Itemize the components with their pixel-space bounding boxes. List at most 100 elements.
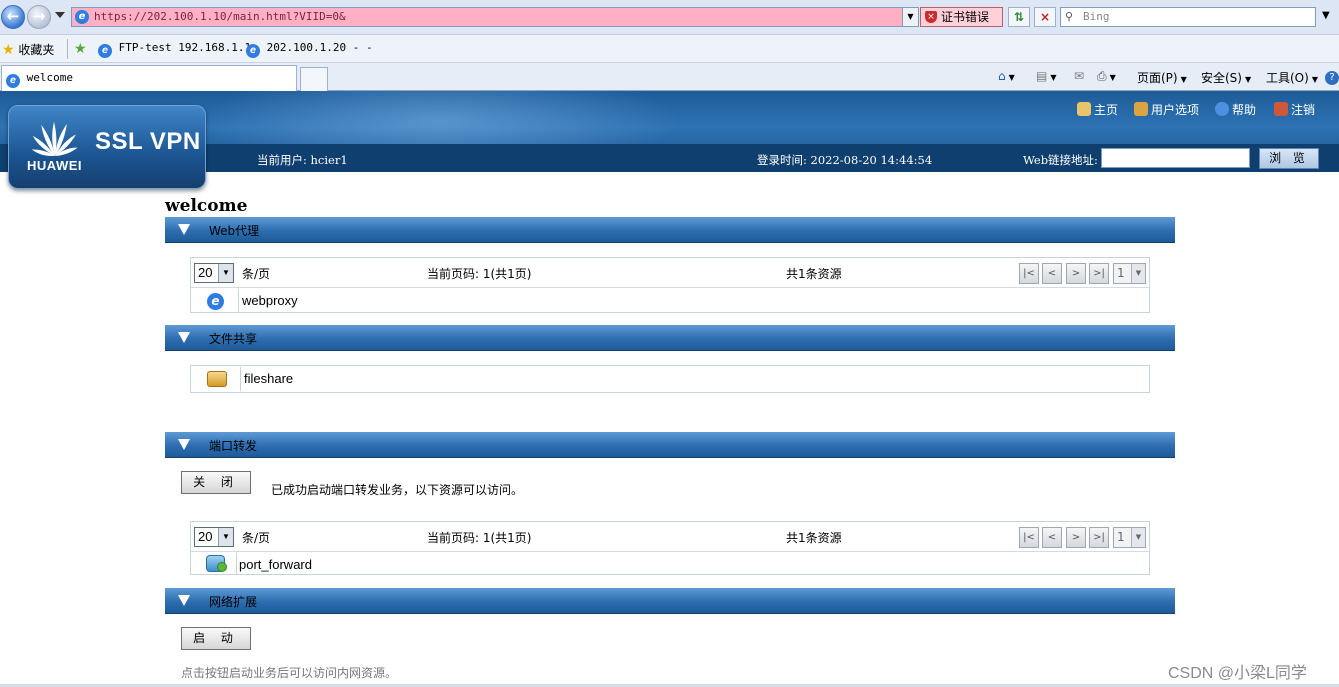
- last-page-button[interactable]: >|: [1089, 527, 1109, 548]
- close-port-forward-button[interactable]: 关 闭: [181, 471, 251, 494]
- feeds-command-button[interactable]: ▤ ▼: [1036, 69, 1057, 83]
- stop-button[interactable]: ×: [1034, 7, 1056, 27]
- prev-page-button[interactable]: <: [1042, 527, 1062, 548]
- resource-icon-cell: e: [191, 289, 239, 313]
- tools-menu-label: 工具(O): [1266, 71, 1309, 85]
- mail-command-button[interactable]: ✉: [1074, 69, 1084, 83]
- arrow-badge-icon: [217, 562, 227, 572]
- first-page-button[interactable]: |<: [1019, 263, 1039, 284]
- forward-button[interactable]: →: [27, 5, 51, 29]
- page-title: welcome: [165, 196, 248, 216]
- search-placeholder: Bing: [1083, 10, 1110, 23]
- printer-icon: ⎙: [1097, 69, 1107, 83]
- search-dropdown-icon[interactable]: ▼: [1322, 10, 1330, 21]
- browse-button[interactable]: 浏 览: [1259, 148, 1319, 169]
- next-page-button[interactable]: >: [1066, 527, 1086, 548]
- pager: 20 ▼ 条/页 当前页码: 1(共1页) 共1条资源 |< < > >| 1 ▼: [191, 258, 1149, 288]
- home-link[interactable]: 主页: [1077, 101, 1118, 118]
- logout-link[interactable]: 注销: [1274, 101, 1315, 118]
- ie-page-icon: e: [98, 44, 112, 58]
- first-page-button[interactable]: |<: [1019, 527, 1039, 548]
- certificate-error-button[interactable]: × 证书错误: [920, 7, 1003, 27]
- home-command-button[interactable]: ⌂ ▼: [998, 69, 1015, 83]
- tab-welcome[interactable]: e welcome: [1, 65, 297, 91]
- section-port-forward-header[interactable]: 端口转发: [165, 432, 1175, 458]
- history-dropdown-icon[interactable]: [55, 12, 65, 18]
- bookmark-202-100-1-20[interactable]: e 202.100.1.20 - -: [246, 41, 373, 58]
- list-item[interactable]: e webproxy: [191, 289, 1149, 313]
- help-link-label: 帮助: [1232, 103, 1257, 117]
- help-icon: ?: [1325, 71, 1339, 85]
- url-dropdown-icon[interactable]: ▼: [902, 8, 918, 26]
- last-page-button[interactable]: >|: [1089, 263, 1109, 284]
- resource-name[interactable]: fileshare: [244, 371, 293, 386]
- resource-icon-cell: [191, 367, 241, 391]
- section-title: 端口转发: [209, 439, 258, 453]
- new-tab-button[interactable]: [300, 67, 328, 91]
- section-title: Web代理: [209, 224, 260, 238]
- home-icon: ⌂: [998, 69, 1006, 83]
- page-menu-label: 页面(P): [1137, 71, 1178, 85]
- search-icon: ⚲: [1065, 10, 1074, 23]
- help-command-button[interactable]: ?: [1325, 69, 1339, 85]
- page-size-select[interactable]: 20 ▼: [194, 263, 234, 283]
- home-link-label: 主页: [1094, 103, 1119, 117]
- back-button[interactable]: ←: [1, 5, 25, 29]
- port-forward-message: 已成功启动端口转发业务，以下资源可以访问。: [271, 483, 524, 497]
- list-item[interactable]: port_forward: [191, 553, 1149, 575]
- list-item[interactable]: fileshare: [191, 367, 1149, 391]
- start-network-extension-button[interactable]: 启 动: [181, 627, 251, 650]
- favorites-bar: ★ 收藏夹 ★ e FTP-test 192.168.1.1 e 202.100…: [0, 35, 1339, 63]
- print-command-button[interactable]: ⎙ ▼: [1097, 69, 1116, 84]
- add-favorite-icon: ★: [74, 41, 87, 57]
- resource-name[interactable]: webproxy: [242, 293, 298, 308]
- logo-brand: HUAWEI: [27, 158, 82, 173]
- per-page-label: 条/页: [242, 267, 271, 281]
- url-text: https://202.100.1.10/main.html?VIID=0&: [94, 10, 346, 23]
- url-field[interactable]: e https://202.100.1.10/main.html?VIID=0&…: [71, 7, 919, 27]
- page-menu-button[interactable]: 页面(P) ▼: [1137, 69, 1187, 86]
- search-input[interactable]: ⚲ Bing: [1060, 7, 1316, 27]
- ssl-vpn-logo: SSL VPN HUAWEI: [8, 105, 206, 189]
- safety-menu-label: 安全(S): [1201, 71, 1242, 85]
- watermark: CSDN @小梁L同学: [1168, 665, 1307, 682]
- favorites-label: 收藏夹: [18, 43, 55, 57]
- help-link[interactable]: 帮助: [1215, 101, 1256, 118]
- prev-page-button[interactable]: <: [1042, 263, 1062, 284]
- bookmark-label: FTP-test 192.168.1.1: [118, 41, 252, 54]
- favorites-button[interactable]: ★ 收藏夹: [2, 41, 54, 58]
- page-size-select[interactable]: 20 ▼: [194, 527, 234, 547]
- collapse-triangle-icon: [178, 439, 190, 450]
- current-user: 当前用户: hcier1: [257, 153, 348, 167]
- user-options-link[interactable]: 用户选项: [1134, 101, 1199, 118]
- home-icon: [1077, 102, 1091, 116]
- resource-name[interactable]: port_forward: [239, 557, 312, 572]
- next-page-button[interactable]: >: [1066, 263, 1086, 284]
- shared-folder-icon: [207, 371, 227, 387]
- web-link-input[interactable]: [1101, 148, 1250, 168]
- collapse-triangle-icon: [178, 595, 190, 606]
- section-web-proxy-header[interactable]: Web代理: [165, 217, 1175, 243]
- login-time: 登录时间: 2022-08-20 14:44:54: [757, 153, 933, 167]
- section-file-share-header[interactable]: 文件共享: [165, 325, 1175, 351]
- add-favorite-button[interactable]: ★: [74, 41, 87, 57]
- tools-menu-button[interactable]: 工具(O) ▼: [1266, 69, 1318, 86]
- page-number-value: 1: [1117, 266, 1125, 280]
- section-network-extension-header[interactable]: 网络扩展: [165, 588, 1175, 614]
- refresh-button[interactable]: ⇅: [1008, 7, 1030, 27]
- logo-text: SSL VPN: [95, 128, 201, 155]
- page-number-select[interactable]: 1 ▼: [1113, 527, 1146, 548]
- help-icon: [1215, 102, 1229, 116]
- section-title: 网络扩展: [209, 595, 258, 609]
- page-number-select[interactable]: 1 ▼: [1113, 263, 1146, 284]
- user-options-label: 用户选项: [1151, 103, 1200, 117]
- port-forward-panel: 20 ▼ 条/页 当前页码: 1(共1页) 共1条资源 |< < > >| 1 ▼ …: [190, 521, 1150, 575]
- total-resources: 共1条资源: [786, 267, 842, 281]
- bookmark-ftp-test[interactable]: e FTP-test 192.168.1.1: [98, 41, 251, 58]
- web-resource-icon: e: [207, 293, 224, 310]
- web-proxy-panel: 20 ▼ 条/页 当前页码: 1(共1页) 共1条资源 |< < > >| 1 ▼ …: [190, 257, 1150, 313]
- safety-menu-button[interactable]: 安全(S) ▼: [1201, 69, 1251, 86]
- dropdown-arrow-icon: ▼: [218, 528, 233, 546]
- ie-page-icon: e: [246, 44, 260, 58]
- web-link-label: Web链接地址:: [1023, 153, 1098, 167]
